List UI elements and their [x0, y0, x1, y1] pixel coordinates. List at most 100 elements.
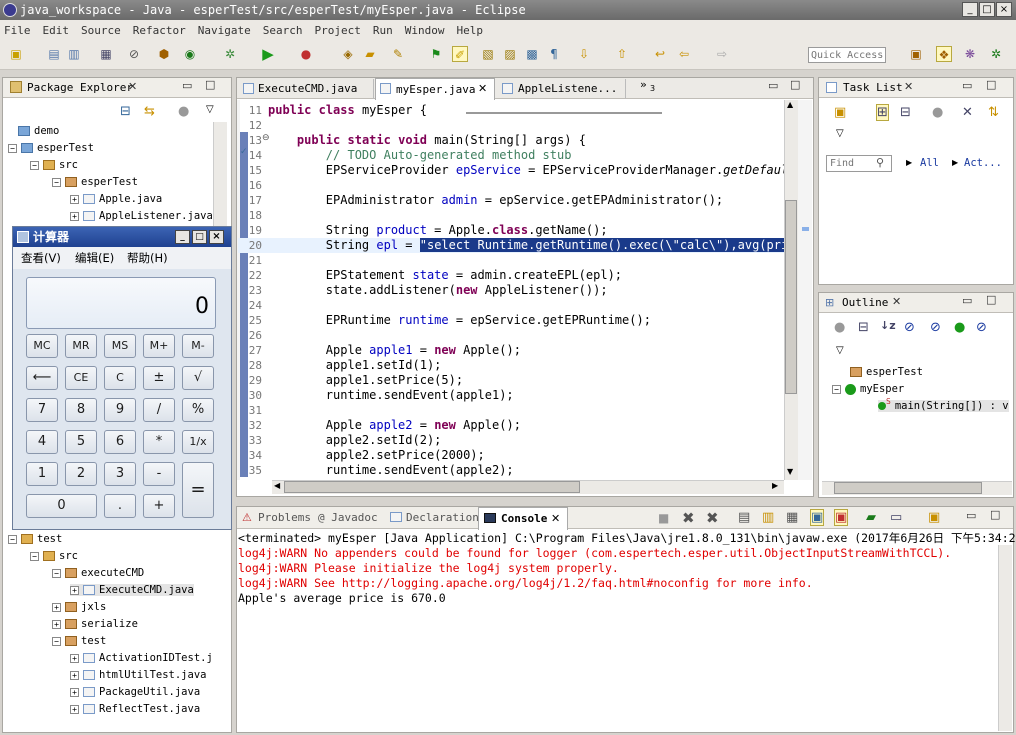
run-icon[interactable]: ▶ [260, 46, 276, 62]
link-with-editor-icon[interactable]: ⇆ [144, 104, 155, 119]
calc-button-subtract[interactable]: - [143, 462, 175, 486]
collapse-toggle-icon[interactable]: − [30, 160, 39, 170]
calc-button-3[interactable]: 3 [104, 462, 136, 486]
tree-item-applelistener-java[interactable]: + AppleListener.java [70, 210, 213, 222]
editor-hscroll-thumb[interactable] [284, 481, 580, 493]
tree-item-src[interactable]: − src [30, 159, 78, 171]
menu-project[interactable]: Project [314, 24, 360, 37]
calc-button-4[interactable]: 4 [26, 430, 58, 454]
close-tab-icon[interactable]: ✕ [478, 82, 487, 95]
debug-icon[interactable]: ✲ [222, 46, 238, 62]
menu-source[interactable]: Source [81, 24, 121, 37]
collapse-all-icon[interactable]: ⊟ [858, 320, 869, 335]
minimize-button[interactable]: _ [962, 2, 978, 17]
calc-button-mminus[interactable]: M- [182, 334, 214, 358]
more-tabs-chevron-icon[interactable]: » [640, 76, 647, 94]
minimize-view-icon[interactable]: ▭ [962, 79, 972, 92]
calc-button-1[interactable]: 1 [26, 462, 58, 486]
minimize-editor-icon[interactable]: ▭ [768, 79, 778, 92]
show-on-stdout-icon[interactable]: ▣ [810, 509, 825, 526]
expand-toggle-icon[interactable]: + [52, 619, 61, 629]
toggle-block-icon[interactable]: ▧ [480, 46, 496, 62]
categorized-icon[interactable]: ⊞ [876, 104, 889, 121]
hide-local-types-icon[interactable]: ⊘ [976, 320, 987, 335]
tab-applelistener[interactable]: AppleListene... [498, 79, 626, 99]
back-icon[interactable]: ⇦ [676, 46, 692, 62]
expand-toggle-icon[interactable]: + [70, 670, 79, 680]
sort-icon[interactable]: ↓z [880, 319, 896, 332]
fold-toggle-icon[interactable]: ⊖ [262, 133, 270, 143]
calc-button-divide[interactable]: / [143, 398, 175, 422]
tree-item-src[interactable]: − src [30, 550, 78, 562]
filter-activate-link[interactable]: Act... [964, 157, 1002, 169]
tree-item-reflecttest[interactable]: + ReflectTest.java [70, 703, 200, 715]
collapse-toggle-icon[interactable]: − [30, 551, 39, 561]
calc-button-mr[interactable]: MR [65, 334, 97, 358]
menu-edit[interactable]: Edit [43, 24, 70, 37]
calc-button-percent[interactable]: % [182, 398, 214, 422]
tree-item-serialize-package[interactable]: + serialize [52, 618, 138, 630]
collapse-all-icon[interactable]: ⊟ [120, 104, 131, 119]
tree-item-jxls-package[interactable]: + jxls [52, 601, 106, 613]
menu-navigate[interactable]: Navigate [198, 24, 251, 37]
outline-hscroll-thumb[interactable] [834, 482, 982, 494]
calc-button-mc[interactable]: MC [26, 334, 58, 358]
remove-all-terminated-icon[interactable]: ✖ [706, 509, 719, 527]
calculator-title-bar[interactable]: 计算器 _ □ × [13, 227, 231, 247]
focus-icon[interactable]: ● [932, 105, 943, 120]
save-all-icon[interactable]: ▥ [66, 46, 82, 62]
calc-button-0[interactable]: 0 [26, 494, 97, 518]
calc-button-mplus[interactable]: M+ [143, 334, 175, 358]
scroll-left-icon[interactable]: ◀ [274, 481, 280, 490]
tree-item-executecmd-java[interactable]: + ExecuteCMD.java [70, 584, 194, 596]
tree-item-espertest[interactable]: − esperTest [8, 142, 94, 154]
calc-button-5[interactable]: 5 [65, 430, 97, 454]
calc-button-decimal[interactable]: . [104, 494, 136, 518]
scroll-lock-icon[interactable]: ▥ [762, 510, 774, 525]
calc-button-c[interactable]: C [104, 366, 136, 390]
open-folder-icon[interactable]: ▰ [362, 46, 378, 62]
minimize-view-icon[interactable]: ▭ [966, 509, 976, 522]
next-annotation-icon[interactable]: ⚑ [428, 46, 444, 62]
maximize-view-icon[interactable]: □ [986, 293, 996, 306]
expand-toggle-icon[interactable]: + [70, 687, 79, 697]
open-type-icon[interactable]: ◈ [340, 46, 356, 62]
synchronize-icon[interactable]: ⇅ [988, 105, 999, 120]
menu-search[interactable]: Search [263, 24, 303, 37]
calc-button-2[interactable]: 2 [65, 462, 97, 486]
calculator-window[interactable]: 计算器 _ □ × 查看(V) 编辑(E) 帮助(H) 0 MC MR MS M… [12, 226, 232, 530]
calc-button-backspace[interactable]: ⟵ [26, 366, 58, 390]
task-list-title[interactable]: Task List [843, 79, 903, 97]
new-task-icon[interactable]: ▣ [834, 105, 846, 120]
java-perspective-icon[interactable]: ❋ [962, 46, 978, 62]
maximize-view-icon[interactable]: □ [986, 78, 996, 91]
scroll-right-icon[interactable]: ▶ [772, 481, 778, 490]
maximize-view-icon[interactable]: □ [990, 508, 1000, 521]
tab-problems[interactable]: Problems [258, 509, 311, 527]
last-edit-location-icon[interactable]: ↩ [652, 46, 668, 62]
quick-access-input[interactable] [808, 47, 886, 63]
collapse-toggle-icon[interactable]: − [8, 143, 17, 153]
calc-minimize-button[interactable]: _ [175, 230, 190, 244]
minimize-view-icon[interactable]: ▭ [182, 79, 192, 92]
collapse-toggle-icon[interactable]: − [832, 384, 841, 394]
tree-item-htmlutiltest[interactable]: + htmlUtilTest.java [70, 669, 206, 681]
java-ee-perspective-icon[interactable]: ❖ [936, 46, 952, 62]
toggle-whitespace-icon[interactable]: ▨ [502, 46, 518, 62]
view-menu-chevron-icon[interactable]: ▽ [836, 345, 844, 356]
tree-item-executecmd-package[interactable]: − executeCMD [52, 567, 144, 579]
collapse-toggle-icon[interactable]: − [52, 568, 61, 578]
tab-console[interactable]: Console ✕ [478, 507, 568, 530]
expand-toggle-icon[interactable]: + [70, 585, 79, 595]
tab-executecmd[interactable]: ExecuteCMD.java [240, 79, 374, 99]
terminate-icon[interactable]: ■ [658, 511, 669, 525]
tab-myesper[interactable]: myEsper.java ✕ [375, 78, 495, 100]
debug-perspective-icon[interactable]: ✲ [988, 46, 1004, 62]
close-view-icon[interactable]: ✕ [904, 80, 913, 93]
calc-button-equals[interactable]: = [182, 462, 214, 518]
next-edit-icon[interactable]: ⇩ [576, 46, 592, 62]
pin-console-icon[interactable]: ▰ [866, 510, 876, 525]
mark-occurrences-icon[interactable]: ✐ [452, 46, 468, 62]
new-class-icon[interactable]: ◉ [182, 46, 198, 62]
collapse-all-icon[interactable]: ✕ [962, 105, 973, 120]
